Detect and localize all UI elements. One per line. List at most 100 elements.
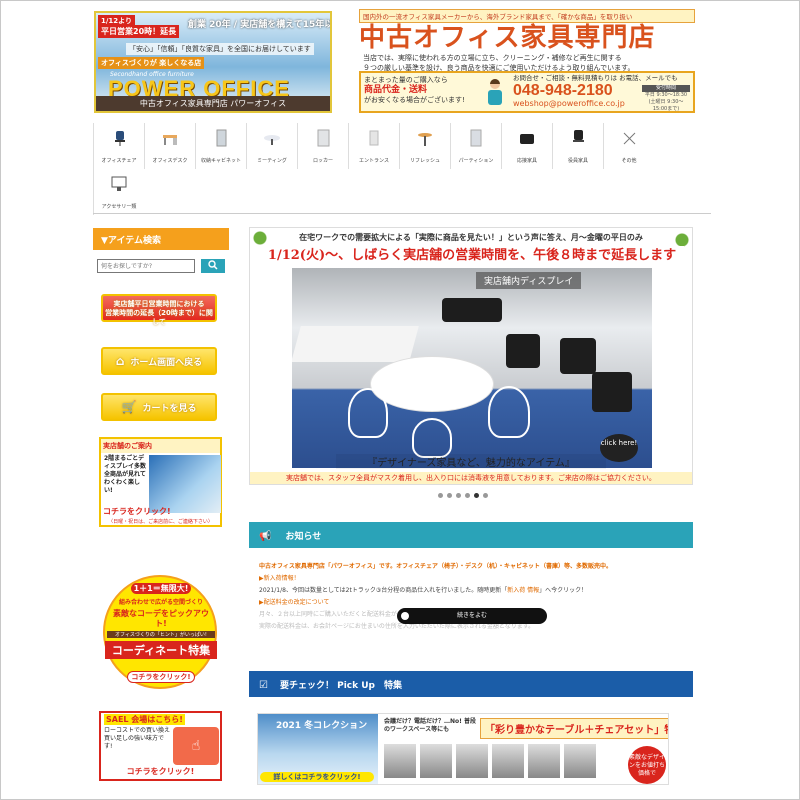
bulk-line-3: がお安くなる場合がございます! [364, 96, 465, 104]
category-item[interactable]: ロッカー [297, 123, 347, 169]
pickup-banner[interactable]: 2021 冬コレクション 詳しくはコチラをクリック! 会議だけ？電話だけ？…No… [257, 713, 669, 785]
contact-box: まとまった量のご購入なら 商品代金・送料 がお安くなる場合がございます! お問合… [359, 71, 695, 113]
store-desc-1: 当店では、実際に使われる方の立場に立ち、クリーニング・補修など再生に関する [363, 54, 622, 62]
category-label: エントランス [359, 158, 389, 164]
showroom-photo [292, 268, 652, 468]
category-item[interactable]: 役員家具 [552, 123, 602, 169]
winter-collection[interactable]: 2021 冬コレクション 詳しくはコチラをクリック! [258, 714, 378, 784]
furniture-tile [456, 744, 488, 778]
reception-sofa-icon [520, 134, 534, 144]
read-more-button[interactable]: 続きをよむ [397, 608, 547, 624]
slider-dot[interactable] [465, 493, 470, 498]
read-more-label: 続きをよむ [456, 612, 487, 619]
hours-weekday: 平日 9:30〜18:30 [644, 92, 688, 98]
logo-catch-fun: オフィスづくりが 楽しくなる店 [98, 57, 205, 69]
slider-dot[interactable] [438, 493, 443, 498]
category-label: 応接家具 [516, 158, 537, 164]
category-item[interactable]: リフレッシュ [399, 123, 449, 169]
slider-dot[interactable] [447, 493, 452, 498]
category-label: その他 [621, 158, 637, 164]
read-more-dot-icon [401, 612, 409, 620]
category-item[interactable]: パーティション [450, 123, 500, 169]
showroom-label: 実店舗内ディスプレイ [476, 272, 582, 289]
hours-label: 受付時間 [642, 85, 690, 92]
office-desk-icon [163, 135, 177, 145]
category-item[interactable]: 収納キャビネット [195, 123, 245, 169]
contact-lead: お問合せ・ご相談・無料見積もりは お電話、メールでも [513, 74, 678, 82]
home-icon: ⌂ [115, 354, 125, 368]
search-icon [208, 260, 218, 270]
black-chair [442, 298, 502, 322]
header-notice: 国内外の一流オフィス家具メーカーから、海外ブランド家具まで、「確かな商品」を取り… [359, 9, 695, 23]
category-label: 収納キャビネット [200, 158, 241, 164]
slider-dot[interactable] [474, 493, 479, 498]
black-chair [560, 338, 596, 374]
slider-headline: 在宅ワークでの需要拡大による「実際に商品を見たい！」という声に答え、月～金曜の平… [299, 233, 643, 242]
sael-title: SAEL 会場はこちら! [104, 714, 185, 725]
white-wire-chair [348, 388, 388, 438]
furniture-tile [528, 744, 560, 778]
coordinate-line-3: 素敵なコーデをピックアウト! [113, 609, 209, 628]
extended-hours-line-2: 営業時間の延長（20時まで）に関して [105, 309, 213, 326]
cart-button-label: カートを見る [142, 404, 197, 414]
category-item[interactable]: ミーティング [246, 123, 296, 169]
news-item-1: 2021/1/8、今回は数量としては2tトラック③台分程の商品仕入れを行いました… [259, 585, 689, 597]
category-item[interactable]: エントランス [348, 123, 398, 169]
logo-bottom-text: 中古オフィス家具専門店 パワーオフィス [96, 96, 330, 111]
meeting-table-icon [264, 135, 280, 145]
furniture-tile [420, 744, 452, 778]
pickup-question: 会議だけ？電話だけ？…No! 普段のワークスペース等にも [384, 718, 476, 733]
bulk-discount: まとまった量のご購入なら 商品代金・送料 がお安くなる場合がございます! [364, 75, 465, 105]
news-item-1-text: 2021/1/8、今回は数量としては2tトラック③台分程の商品仕入れを行いました… [259, 587, 508, 594]
store-title: 中古オフィス家具専門店 [359, 23, 656, 53]
category-item[interactable]: その他 [603, 123, 653, 169]
news-heading-label: お知らせ [285, 532, 322, 542]
category-label: ミーティング [257, 158, 287, 164]
news-body: 中古オフィス家具専門店「パワーオフィス」です。オフィスチェア（椅子）・デスク（机… [259, 561, 689, 641]
new-arrivals-link[interactable]: 新入荷 情報 [507, 587, 539, 594]
category-item[interactable]: オフィスデスク [144, 123, 194, 169]
bulk-line-1: まとまった量のご購入なら [364, 76, 448, 84]
nav-divider [93, 213, 711, 214]
sael-text: ローコストでの買い換え買い足しの強い味方です! [104, 727, 171, 750]
white-wire-chair [488, 386, 530, 438]
cart-button[interactable]: 🛒 カートを見る [101, 393, 217, 421]
slider-dot[interactable] [483, 493, 488, 498]
store-guide-click: コチラをクリック! [103, 507, 171, 516]
search-button[interactable] [201, 259, 225, 273]
coordinate-click: コチラをクリック! [127, 671, 195, 683]
sael-banner[interactable]: SAEL 会場はこちら! ローコストでの買い換え買い足しの強い味方です! ☝ コ… [99, 711, 222, 781]
logo-banner[interactable]: 1/12より 平日営業20時！延長 創業 20年 / 実店舗を構えて15年以上 … [94, 11, 332, 113]
slider-caption: 『デザイナーズ家具など、魅力的なアイテム』 [336, 454, 606, 469]
extended-hours-button[interactable]: 実店舗平日営業時間における 営業時間の延長（20時まで）に関して [101, 294, 217, 326]
hours-saturday: (土曜日 9:30〜15:00まで) [648, 99, 684, 112]
hero-slider[interactable]: 在宅ワークでの需要拡大による「実際に商品を見たい！」という声に答え、月～金曜の平… [249, 227, 693, 485]
news-heading: 📢 お知らせ [249, 522, 693, 548]
news-lead: 中古オフィス家具専門店「パワーオフィス」です。オフィスチェア（椅子）・デスク（机… [259, 563, 613, 570]
search-input[interactable] [97, 259, 195, 273]
store-guide-title: 実店舗のご案内 [101, 439, 220, 453]
store-guide-banner[interactable]: 実店舗のご案内 2階まるごとディスプレイ多数全商品が見れて わくわく楽しい! コ… [99, 437, 222, 527]
category-item[interactable]: 応接家具 [501, 123, 551, 169]
partition-icon [470, 129, 482, 147]
home-button[interactable]: ⌂ ホーム画面へ戻る [101, 347, 217, 375]
store-guide-note: 〈日曜・祝日は、ご来店前に、ご連絡下さい〉 [108, 519, 213, 525]
home-button-label: ホーム画面へ戻る [130, 358, 203, 368]
hand-pointer-icon: ☝ [173, 727, 219, 765]
coordinate-feature-banner[interactable]: 1＋1＝無限大! 組み合わせで広がる空間づくり 素敵なコーデをピックアウト! オ… [97, 575, 223, 695]
category-label: ロッカー [312, 158, 333, 164]
category-item[interactable]: オフィスチェア [93, 123, 143, 169]
checkbox-icon: ☑ [259, 680, 268, 691]
pickup-heading: ☑ 要チェック！ Pick Up 特集 [249, 671, 693, 697]
winter-cta: 詳しくはコチラをクリック! [260, 772, 374, 782]
pickup-feature-title: 「彩り豊かなテーブル＋チェアセット」特集 [480, 718, 668, 739]
news-item-1-suffix: 」へ今クリック！ [539, 587, 588, 594]
logo-catch-years: 創業 20年 / 実店舗を構えて15年以上 [188, 20, 332, 30]
store-guide-text: 2階まるごとディスプレイ多数全商品が見れて わくわく楽しい! [104, 455, 147, 494]
click-here-badge[interactable]: click here! [600, 434, 638, 462]
slider-dot[interactable] [456, 493, 461, 498]
category-label: アクセサリー類 [101, 204, 137, 210]
coordinate-line-1: 1＋1＝無限大! [131, 583, 191, 594]
category-item[interactable]: アクセサリー類 [93, 169, 143, 215]
extended-hours-line-1: 実店舗平日営業時間における [113, 300, 205, 308]
